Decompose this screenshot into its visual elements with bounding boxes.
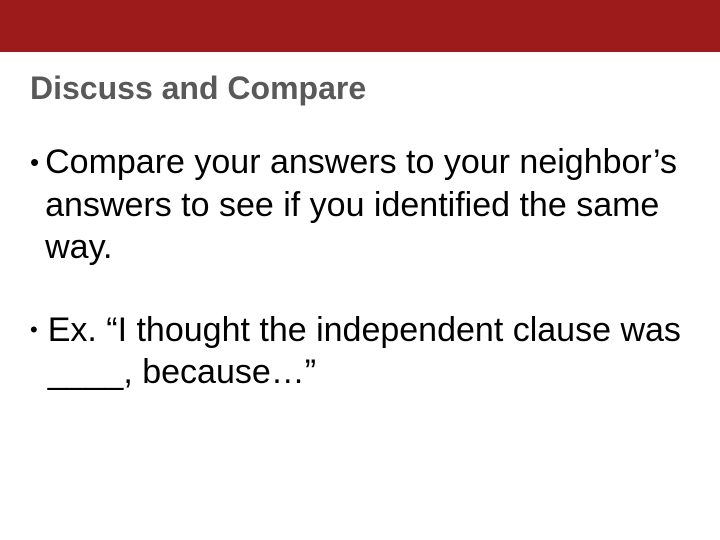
header-bar (0, 0, 720, 52)
bullet-marker-icon: • (30, 317, 38, 343)
bullet-item: • Ex. “I thought the independent clause … (30, 309, 690, 394)
slide-title: Discuss and Compare (0, 52, 720, 107)
bullet-marker-icon: • (30, 147, 39, 178)
slide-content: • Compare your answers to your neighbor’… (0, 107, 720, 394)
bullet-text: Compare your answers to your neighbor’s … (45, 141, 690, 269)
bullet-item: • Compare your answers to your neighbor’… (30, 141, 690, 269)
bullet-text: Ex. “I thought the independent clause wa… (48, 309, 690, 394)
